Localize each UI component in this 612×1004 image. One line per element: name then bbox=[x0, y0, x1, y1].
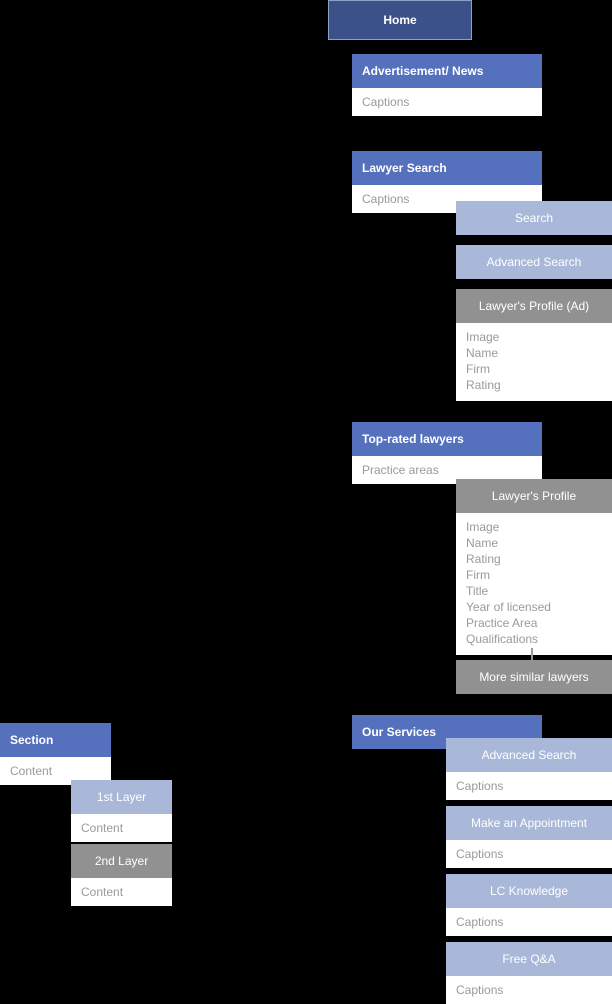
node-search[interactable]: Search bbox=[456, 201, 612, 235]
legend-section-label: Section bbox=[10, 733, 54, 747]
node-top-rated-lawyers[interactable]: Top-rated lawyers Practice areas bbox=[352, 422, 542, 484]
content-row: Captions bbox=[362, 95, 410, 109]
content-row: Year of licensed bbox=[466, 600, 551, 614]
node-top-rated-lawyers-header: Top-rated lawyers bbox=[352, 422, 542, 456]
content-row: Image bbox=[466, 330, 500, 344]
node-advertisement-news[interactable]: Advertisement/ News Captions bbox=[352, 54, 542, 116]
content-row: Captions bbox=[456, 779, 504, 793]
node-lawyers-profile-ad-content: Image Name Firm Rating bbox=[456, 323, 612, 401]
node-more-similar-lawyers-header: More similar lawyers bbox=[456, 660, 612, 694]
node-lawyers-profile-ad-label: Lawyer's Profile (Ad) bbox=[478, 299, 590, 313]
node-top-rated-lawyers-label: Top-rated lawyers bbox=[362, 432, 464, 446]
node-service-advanced-search-label: Advanced Search bbox=[481, 748, 577, 762]
node-search-label: Search bbox=[514, 211, 554, 225]
node-advertisement-news-content: Captions bbox=[352, 88, 542, 116]
node-more-similar-lawyers[interactable]: More similar lawyers bbox=[456, 660, 612, 694]
node-advanced-search[interactable]: Advanced Search bbox=[456, 245, 612, 279]
legend-first-layer-content: Content bbox=[71, 814, 172, 842]
content-row: Content bbox=[81, 821, 124, 835]
legend-first-layer-label: 1st Layer bbox=[96, 790, 147, 804]
node-lawyers-profile-label: Lawyer's Profile bbox=[491, 489, 577, 503]
node-free-qa[interactable]: Free Q&A Captions bbox=[446, 942, 612, 1004]
node-advertisement-news-header: Advertisement/ News bbox=[352, 54, 542, 88]
legend-second-layer: 2nd Layer Content bbox=[71, 844, 172, 906]
node-service-advanced-search-header: Advanced Search bbox=[446, 738, 612, 772]
content-row: Rating bbox=[466, 378, 501, 392]
node-more-similar-lawyers-label: More similar lawyers bbox=[479, 670, 589, 684]
content-row: Qualifications bbox=[466, 632, 539, 646]
node-free-qa-header: Free Q&A bbox=[446, 942, 612, 976]
node-lc-knowledge-content: Captions bbox=[446, 908, 612, 936]
node-make-an-appointment[interactable]: Make an Appointment Captions bbox=[446, 806, 612, 868]
node-lawyers-profile-ad-header: Lawyer's Profile (Ad) bbox=[456, 289, 612, 323]
node-lc-knowledge[interactable]: LC Knowledge Captions bbox=[446, 874, 612, 936]
node-lawyers-profile-ad[interactable]: Lawyer's Profile (Ad) Image Name Firm Ra… bbox=[456, 289, 612, 401]
content-row: Title bbox=[466, 584, 489, 598]
legend-second-layer-header: 2nd Layer bbox=[71, 844, 172, 878]
node-advanced-search-header: Advanced Search bbox=[456, 245, 612, 279]
content-row: Firm bbox=[466, 362, 490, 376]
content-row: Captions bbox=[456, 915, 504, 929]
node-home[interactable]: Home bbox=[328, 0, 472, 40]
content-row: Rating bbox=[466, 552, 501, 566]
node-search-header: Search bbox=[456, 201, 612, 235]
node-lc-knowledge-label: LC Knowledge bbox=[489, 884, 569, 898]
content-row: Practice areas bbox=[362, 463, 439, 477]
node-free-qa-content: Captions bbox=[446, 976, 612, 1004]
connector-profile-to-more-similar bbox=[531, 648, 533, 660]
node-service-advanced-search-content: Captions bbox=[446, 772, 612, 800]
node-home-header: Home bbox=[328, 0, 472, 40]
content-row: Captions bbox=[456, 847, 504, 861]
content-row: Captions bbox=[456, 983, 504, 997]
node-lawyers-profile-content: Image Name Rating Firm Title Year of lic… bbox=[456, 513, 612, 655]
node-our-services-label: Our Services bbox=[362, 725, 437, 739]
content-row: Practice Area bbox=[466, 616, 538, 630]
legend-section-header: Section bbox=[0, 723, 111, 757]
content-row: Name bbox=[466, 536, 499, 550]
node-lc-knowledge-header: LC Knowledge bbox=[446, 874, 612, 908]
content-row: Firm bbox=[466, 568, 490, 582]
node-home-label: Home bbox=[383, 13, 417, 27]
node-lawyer-search-label: Lawyer Search bbox=[362, 161, 447, 175]
legend-second-layer-content: Content bbox=[71, 878, 172, 906]
node-make-an-appointment-label: Make an Appointment bbox=[470, 816, 588, 830]
content-row: Name bbox=[466, 346, 499, 360]
content-row: Content bbox=[81, 885, 124, 899]
content-row: Image bbox=[466, 520, 500, 534]
node-make-an-appointment-content: Captions bbox=[446, 840, 612, 868]
legend-first-layer: 1st Layer Content bbox=[71, 780, 172, 842]
node-make-an-appointment-header: Make an Appointment bbox=[446, 806, 612, 840]
legend-section: Section Content bbox=[0, 723, 111, 785]
node-advanced-search-label: Advanced Search bbox=[486, 255, 582, 269]
node-lawyer-search-header: Lawyer Search bbox=[352, 151, 542, 185]
node-lawyers-profile[interactable]: Lawyer's Profile Image Name Rating Firm … bbox=[456, 479, 612, 655]
node-lawyers-profile-header: Lawyer's Profile bbox=[456, 479, 612, 513]
node-advertisement-news-label: Advertisement/ News bbox=[362, 64, 484, 78]
content-row: Content bbox=[10, 764, 53, 778]
legend-first-layer-header: 1st Layer bbox=[71, 780, 172, 814]
legend-second-layer-label: 2nd Layer bbox=[94, 854, 149, 868]
node-service-advanced-search[interactable]: Advanced Search Captions bbox=[446, 738, 612, 800]
node-free-qa-label: Free Q&A bbox=[502, 952, 556, 966]
